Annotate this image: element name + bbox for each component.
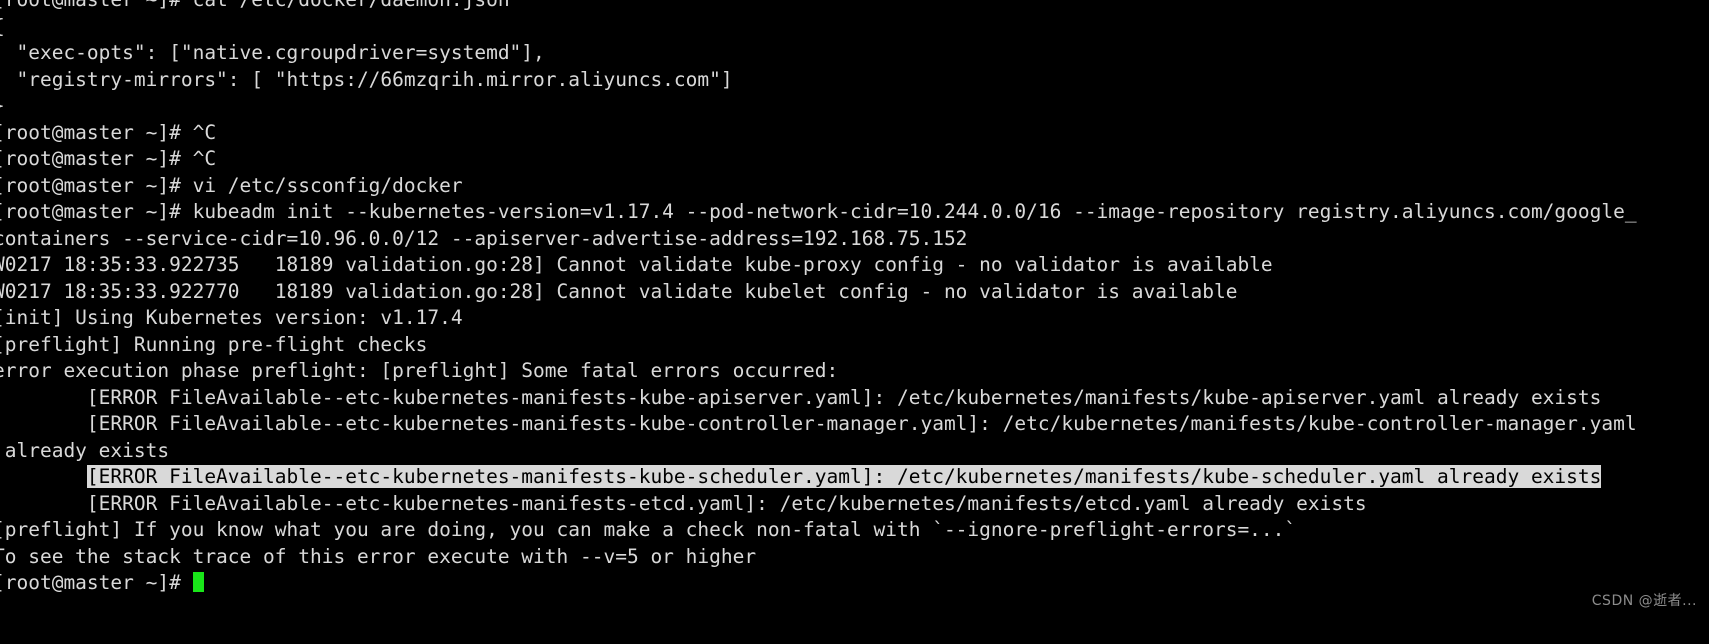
selected-text: [ERROR FileAvailable--etc-kubernetes-man… xyxy=(86,465,1602,488)
line-text: W0217 18:35:33.922735 18189 validation.g… xyxy=(0,253,1273,276)
terminal-line: [root@master ~]# kubeadm init --kubernet… xyxy=(0,199,1709,226)
terminal-line-selected: [ERROR FileAvailable--etc-kubernetes-man… xyxy=(0,464,1709,491)
line-text: [root@master ~]# ^C xyxy=(0,120,217,144)
line-text: W0217 18:35:33.922770 18189 validation.g… xyxy=(0,279,1238,303)
terminal-line: [root@master ~]# ^C xyxy=(0,146,1709,173)
terminal-output: [root@master ~]# cat /etc/docker/daemon.… xyxy=(0,0,1709,570)
terminal-prompt-line[interactable]: [root@master ~]# xyxy=(0,570,1709,597)
terminal-line: already exists xyxy=(0,438,1709,465)
terminal-line: [preflight] If you know what you are doi… xyxy=(0,517,1709,544)
terminal-line: W0217 18:35:33.922735 18189 validation.g… xyxy=(0,252,1709,279)
line-text: "exec-opts": ["native.cgroupdriver=syste… xyxy=(0,41,545,64)
line-text: [preflight] Running pre-flight checks xyxy=(0,332,428,356)
shell-prompt: [root@master ~]# xyxy=(0,571,193,594)
line-text: [root@master ~]# ^C xyxy=(0,147,217,170)
terminal-line: [init] Using Kubernetes version: v1.17.4 xyxy=(0,305,1709,332)
terminal-line: "exec-opts": ["native.cgroupdriver=syste… xyxy=(0,40,1709,67)
line-text: error execution phase preflight: [prefli… xyxy=(0,359,839,382)
line-text: } xyxy=(0,94,5,117)
line-text: containers --service-cidr=10.96.0.0/12 -… xyxy=(0,226,968,250)
terminal-line: containers --service-cidr=10.96.0.0/12 -… xyxy=(0,226,1709,253)
line-text: [ERROR FileAvailable--etc-kubernetes-man… xyxy=(0,412,1637,435)
line-text: [preflight] If you know what you are doi… xyxy=(0,518,1297,541)
terminal-line: [root@master ~]# vi /etc/ssconfig/docker xyxy=(0,173,1709,200)
terminal-line: W0217 18:35:33.922770 18189 validation.g… xyxy=(0,279,1709,306)
line-text: "registry-mirrors": [ "https://66mzqrih.… xyxy=(0,67,733,91)
line-text: [ERROR FileAvailable--etc-kubernetes-man… xyxy=(0,491,1367,515)
terminal-line: { xyxy=(0,14,1709,41)
text-cursor xyxy=(192,572,204,592)
line-text: [root@master ~]# kubeadm init --kubernet… xyxy=(0,200,1637,223)
terminal-line: "registry-mirrors": [ "https://66mzqrih.… xyxy=(0,67,1709,94)
terminal-line: [root@master ~]# cat /etc/docker/daemon.… xyxy=(0,0,1709,14)
line-text: [ERROR FileAvailable--etc-kubernetes-man… xyxy=(0,385,1602,409)
csdn-watermark: CSDN @逝者... xyxy=(1591,593,1697,609)
line-text: [init] Using Kubernetes version: v1.17.4 xyxy=(0,306,463,329)
line-text: already exists xyxy=(0,438,170,462)
terminal-line: To see the stack trace of this error exe… xyxy=(0,544,1709,571)
terminal-line: } xyxy=(0,93,1709,120)
line-text: { xyxy=(0,15,5,38)
terminal-line: [root@master ~]# ^C xyxy=(0,120,1709,147)
terminal-line: error execution phase preflight: [prefli… xyxy=(0,358,1709,385)
line-text: [root@master ~]# cat /etc/docker/daemon.… xyxy=(0,0,510,11)
terminal-line: [preflight] Running pre-flight checks xyxy=(0,332,1709,359)
terminal-window[interactable]: [root@master ~]# cat /etc/docker/daemon.… xyxy=(0,0,1709,644)
terminal-line: [ERROR FileAvailable--etc-kubernetes-man… xyxy=(0,385,1709,412)
terminal-line: [ERROR FileAvailable--etc-kubernetes-man… xyxy=(0,491,1709,518)
terminal-screen: [root@master ~]# cat /etc/docker/daemon.… xyxy=(0,0,1709,597)
line-text: To see the stack trace of this error exe… xyxy=(0,544,757,568)
terminal-line: [ERROR FileAvailable--etc-kubernetes-man… xyxy=(0,411,1709,438)
line-text: [root@master ~]# vi /etc/ssconfig/docker xyxy=(0,173,463,197)
